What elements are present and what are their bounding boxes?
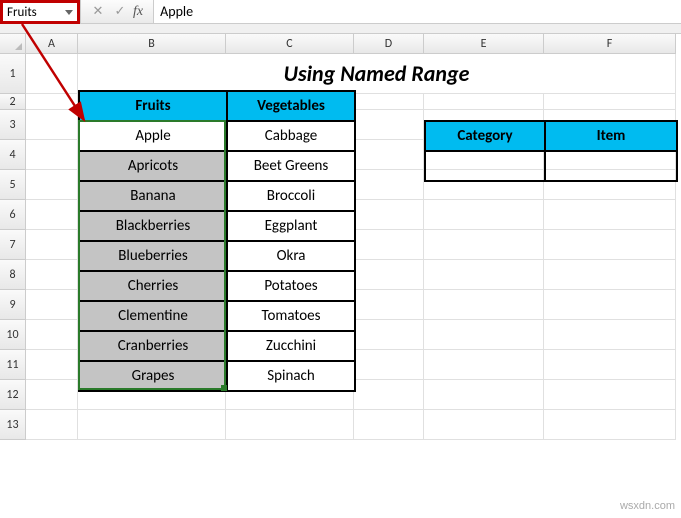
row-header-10[interactable]: 10 [0, 320, 26, 350]
row-header-2[interactable]: 2 [0, 94, 26, 110]
col-header-f[interactable]: F [544, 34, 676, 54]
side-cell-category[interactable] [425, 151, 545, 181]
table-cell[interactable]: Broccoli [227, 181, 355, 211]
page-title[interactable]: Using Named Range [78, 54, 676, 94]
formula-input[interactable]: Apple [153, 0, 681, 23]
table-cell[interactable]: Cherries [79, 271, 227, 301]
cell-a9[interactable] [26, 290, 78, 320]
side-header-category[interactable]: Category [425, 121, 545, 151]
cell-a3[interactable] [26, 110, 78, 140]
col-header-d[interactable]: D [354, 34, 424, 54]
row-header-3[interactable]: 3 [0, 110, 26, 140]
fx-icon[interactable]: fx [133, 4, 143, 20]
table-cell[interactable]: Grapes [79, 361, 227, 391]
cell-a7[interactable] [26, 230, 78, 260]
table-cell[interactable]: Potatoes [227, 271, 355, 301]
table-cell[interactable]: Okra [227, 241, 355, 271]
cell-a2[interactable] [26, 94, 78, 110]
col-header-c[interactable]: C [226, 34, 354, 54]
row-header-5[interactable]: 5 [0, 170, 26, 200]
row-header-4[interactable]: 4 [0, 140, 26, 170]
name-box[interactable]: Fruits [0, 0, 80, 24]
cell-a1[interactable] [26, 54, 78, 94]
side-header-item[interactable]: Item [545, 121, 677, 151]
cell-a11[interactable] [26, 350, 78, 380]
side-cell-item[interactable] [545, 151, 677, 181]
formula-value: Apple [160, 3, 193, 20]
cell-a13[interactable] [26, 410, 78, 440]
gutter [0, 24, 681, 34]
cell-e2[interactable] [424, 94, 544, 110]
cell-a12[interactable] [26, 380, 78, 410]
table-cell[interactable]: Spinach [227, 361, 355, 391]
cancel-icon[interactable]: ✕ [87, 1, 109, 23]
cell-a8[interactable] [26, 260, 78, 290]
col-header-e[interactable]: E [424, 34, 544, 54]
select-all-corner[interactable] [0, 34, 26, 54]
table-cell[interactable]: Apricots [79, 151, 227, 181]
table-cell[interactable]: Zucchini [227, 331, 355, 361]
row-header-12[interactable]: 12 [0, 380, 26, 410]
confirm-icon[interactable]: ✓ [109, 1, 131, 23]
table-cell[interactable]: Beet Greens [227, 151, 355, 181]
watermark: wsxdn.com [620, 500, 675, 512]
column-headers: A B C D E F [26, 34, 681, 54]
cell-a10[interactable] [26, 320, 78, 350]
row-header-9[interactable]: 9 [0, 290, 26, 320]
table-cell[interactable]: Apple [79, 121, 227, 151]
table-cell[interactable]: Cranberries [79, 331, 227, 361]
name-box-value: Fruits [7, 5, 61, 20]
table-cell[interactable]: Blackberries [79, 211, 227, 241]
row-headers: 1 2 3 4 5 6 7 8 9 10 11 12 13 [0, 34, 26, 440]
table-cell[interactable]: Blueberries [79, 241, 227, 271]
cell-a5[interactable] [26, 170, 78, 200]
table-header-vegetables[interactable]: Vegetables [227, 91, 355, 121]
cell-a4[interactable] [26, 140, 78, 170]
side-table: Category Item [424, 120, 678, 182]
row-header-1[interactable]: 1 [0, 54, 26, 94]
col-header-b[interactable]: B [78, 34, 226, 54]
worksheet: 1 2 3 4 5 6 7 8 9 10 11 12 13 A B C D E … [0, 34, 681, 440]
row-header-6[interactable]: 6 [0, 200, 26, 230]
table-cell[interactable]: Tomatoes [227, 301, 355, 331]
table-cell[interactable]: Eggplant [227, 211, 355, 241]
row-header-8[interactable]: 8 [0, 260, 26, 290]
table-cell[interactable]: Banana [79, 181, 227, 211]
grid: A B C D E F Using Named Range [26, 34, 681, 440]
cell-f2[interactable] [544, 94, 676, 110]
row-header-7[interactable]: 7 [0, 230, 26, 260]
formula-bar-row: Fruits ✕ ✓ fx Apple [0, 0, 681, 24]
data-table: Fruits Vegetables AppleCabbage ApricotsB… [78, 90, 356, 392]
table-cell[interactable]: Cabbage [227, 121, 355, 151]
chevron-down-icon[interactable] [65, 10, 73, 15]
table-header-fruits[interactable]: Fruits [79, 91, 227, 121]
cell-d2[interactable] [354, 94, 424, 110]
row-header-13[interactable]: 13 [0, 410, 26, 440]
table-cell[interactable]: Clementine [79, 301, 227, 331]
col-header-a[interactable]: A [26, 34, 78, 54]
formula-buttons: ✕ ✓ fx [81, 0, 153, 23]
cell-a6[interactable] [26, 200, 78, 230]
row-header-11[interactable]: 11 [0, 350, 26, 380]
